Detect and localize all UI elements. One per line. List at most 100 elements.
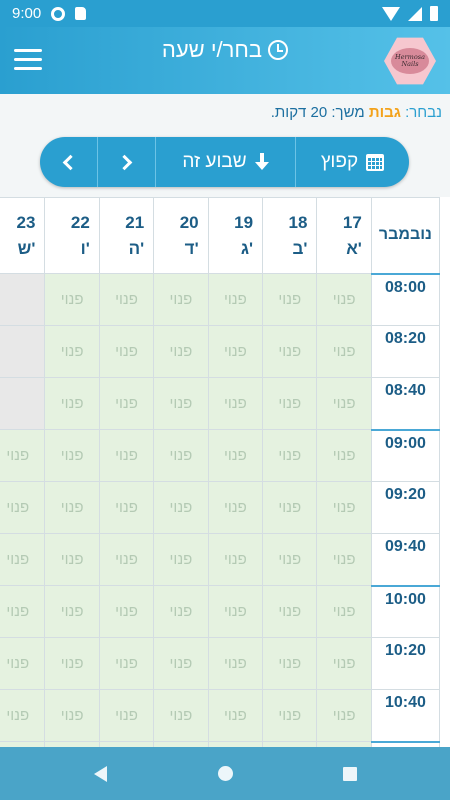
- day-date: 19: [234, 212, 254, 232]
- time-label: 08:20: [370, 325, 441, 378]
- next-week-button[interactable]: [98, 137, 156, 187]
- slot-free[interactable]: פנוי: [153, 481, 209, 534]
- slot-free[interactable]: פנוי: [0, 585, 46, 638]
- slot-free[interactable]: פנוי: [98, 273, 155, 326]
- time-label: 10:00: [370, 584, 441, 638]
- slot-free[interactable]: פנוי: [153, 637, 209, 690]
- time-label: 09:40: [370, 533, 441, 586]
- time-label: 10:40: [370, 689, 441, 742]
- slot-free[interactable]: פנוי: [262, 273, 318, 326]
- slot-free[interactable]: פנוי: [98, 481, 155, 534]
- slot-free[interactable]: פנוי: [316, 273, 372, 326]
- gear-icon: [51, 6, 66, 21]
- slot-free[interactable]: פנוי: [153, 325, 209, 378]
- slot-free[interactable]: פנוי: [316, 637, 372, 690]
- recents-button[interactable]: [288, 747, 413, 800]
- prev-week-button[interactable]: [40, 137, 98, 187]
- this-week-label: שבוע זה: [182, 151, 247, 172]
- slot-free[interactable]: פנוי: [0, 689, 46, 742]
- slot-free[interactable]: פנוי: [0, 637, 46, 690]
- slot-free[interactable]: פנוי: [44, 585, 100, 638]
- slot-free[interactable]: פנוי: [44, 533, 100, 586]
- slot-free[interactable]: פנוי: [44, 689, 100, 742]
- slot-free[interactable]: פנוי: [44, 325, 100, 378]
- chevron-left-icon: [62, 154, 79, 170]
- slot-free[interactable]: פנוי: [98, 325, 155, 378]
- slot-free[interactable]: פנוי: [153, 689, 209, 742]
- slot-free[interactable]: פנוי: [98, 689, 155, 742]
- recents-icon: [343, 766, 357, 781]
- jump-button[interactable]: קפוץ: [296, 137, 409, 187]
- back-icon: [93, 765, 107, 782]
- slot-free[interactable]: פנוי: [262, 481, 318, 534]
- slot-free[interactable]: פנוי: [153, 429, 209, 482]
- slot-free[interactable]: פנוי: [207, 325, 264, 378]
- this-week-button[interactable]: שבוע זה: [156, 137, 296, 187]
- slot-free[interactable]: פנוי: [44, 429, 100, 482]
- slot-free[interactable]: פנוי: [316, 377, 372, 430]
- slot-free[interactable]: פנוי: [0, 429, 46, 482]
- slot-free[interactable]: פנוי: [316, 533, 372, 586]
- time-row: פנוי פנוי פנוי פנוי פנוי פנוי פנוי 10:40: [0, 689, 441, 742]
- slot-free[interactable]: פנוי: [262, 377, 318, 430]
- back-button[interactable]: [38, 747, 163, 800]
- day-header: 21 ה': [98, 197, 155, 274]
- logo: Hermosa Nails: [384, 35, 436, 87]
- slot-free[interactable]: פנוי: [207, 429, 264, 482]
- slot-free[interactable]: פנוי: [316, 429, 372, 482]
- slot-free[interactable]: פנוי: [207, 273, 264, 326]
- slot-free[interactable]: פנוי: [153, 273, 209, 326]
- slot-free[interactable]: פנוי: [98, 377, 155, 430]
- time-row: פנוי פנוי פנוי פנוי פנוי פנוי פנוי 09:00: [0, 428, 441, 482]
- slot-free[interactable]: פנוי: [262, 429, 318, 482]
- slot-free[interactable]: פנוי: [262, 689, 318, 742]
- home-button[interactable]: [163, 747, 288, 800]
- day-name: ג': [240, 238, 254, 258]
- slot-free[interactable]: פנוי: [44, 273, 100, 326]
- slot-free[interactable]: פנוי: [207, 377, 264, 430]
- slot-free[interactable]: פנוי: [316, 689, 372, 742]
- time-label: 09:20: [370, 481, 441, 534]
- slot-free[interactable]: פנוי: [207, 689, 264, 742]
- sd-card-icon: [75, 7, 87, 20]
- slot-free[interactable]: פנוי: [44, 637, 100, 690]
- slot-free[interactable]: פנוי: [207, 533, 264, 586]
- time-row: פנוי פנוי פנוי פנוי פנוי פנוי פנוי 10:00: [0, 584, 441, 638]
- day-name: ה': [128, 238, 145, 258]
- time-row: פנוי פנוי פנוי פנוי פנוי פנוי פנוי 09:40: [0, 533, 441, 586]
- logo-text: Hermosa Nails: [391, 48, 429, 74]
- slot-free[interactable]: פנוי: [316, 585, 372, 638]
- slot-free[interactable]: פנוי: [262, 533, 318, 586]
- arrow-down-icon: [254, 153, 269, 171]
- slot-free[interactable]: פנוי: [98, 637, 155, 690]
- slot-free[interactable]: פנוי: [207, 637, 264, 690]
- slot-free[interactable]: פנוי: [207, 481, 264, 534]
- time-row: פנוי פנוי פנוי פנוי פנוי פנוי 08:00: [0, 272, 441, 326]
- selected-prefix: נבחר:: [405, 104, 442, 121]
- wifi-icon: [382, 6, 400, 21]
- day-name: ב': [292, 238, 308, 258]
- slot-free[interactable]: פנוי: [98, 585, 155, 638]
- slot-free[interactable]: פנוי: [44, 377, 100, 430]
- slot-free[interactable]: פנוי: [207, 585, 264, 638]
- slot-free[interactable]: פנוי: [316, 325, 372, 378]
- slot-blocked: [0, 325, 46, 378]
- slot-free[interactable]: פנוי: [153, 585, 209, 638]
- slot-free[interactable]: פנוי: [98, 533, 155, 586]
- slot-free[interactable]: פנוי: [153, 533, 209, 586]
- slot-free[interactable]: פנוי: [316, 481, 372, 534]
- slot-free[interactable]: פנוי: [262, 637, 318, 690]
- slot-free[interactable]: פנוי: [262, 585, 318, 638]
- schedule-header-row: 23 ש' 22 ו' 21 ה' 20 ד' 19 ג' 18 ב' 17 א' נובמבר: [0, 197, 441, 274]
- slot-blocked: [0, 377, 46, 430]
- day-date: 22: [70, 212, 90, 232]
- slot-free[interactable]: פנוי: [262, 325, 318, 378]
- slot-free[interactable]: פנוי: [153, 377, 209, 430]
- slot-free[interactable]: פנוי: [98, 429, 155, 482]
- slot-free[interactable]: פנוי: [44, 481, 100, 534]
- battery-icon: [430, 6, 438, 21]
- time-row: פנוי פנוי פנוי פנוי פנוי פנוי פנוי 10:20: [0, 637, 441, 690]
- slot-free[interactable]: פנוי: [0, 481, 46, 534]
- slot-free[interactable]: פנוי: [0, 533, 46, 586]
- schedule-table: 23 ש' 22 ו' 21 ה' 20 ד' 19 ג' 18 ב' 17 א' נובמבר פנוי פ…: [0, 197, 441, 747]
